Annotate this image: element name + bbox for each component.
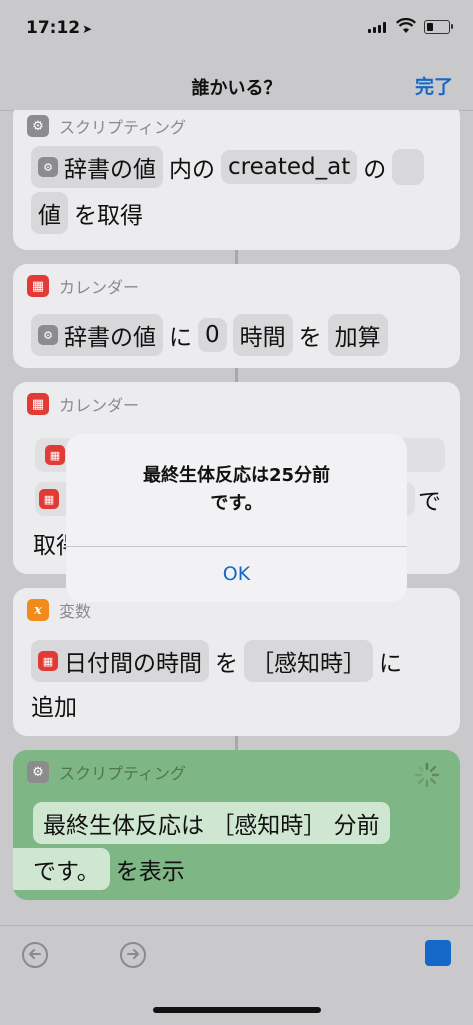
parameter-pill[interactable]: created_at bbox=[221, 150, 358, 184]
ok-button[interactable]: OK bbox=[66, 547, 407, 602]
status-time: 17:12 ➤ bbox=[26, 18, 93, 38]
card-text: を表示 bbox=[115, 859, 185, 885]
card-text: を bbox=[298, 325, 322, 351]
card-parameters: ⚙ 辞書の値 内の created_at の bbox=[31, 146, 425, 188]
gear-icon: ⚙ bbox=[27, 761, 49, 783]
parameter-pill[interactable]: ⚙ 辞書の値 bbox=[31, 146, 163, 188]
calendar-icon: ▦ bbox=[45, 445, 65, 465]
card-header: ⚙ スクリプティング bbox=[27, 114, 186, 138]
undo-icon[interactable] bbox=[20, 940, 50, 970]
parameter-pill[interactable]: 0 bbox=[198, 318, 227, 352]
card-text: 内の bbox=[169, 157, 215, 183]
battery-icon bbox=[424, 20, 453, 34]
stop-button[interactable] bbox=[425, 940, 451, 966]
parameter-pill[interactable]: 時間 bbox=[232, 314, 293, 356]
location-arrow-icon: ➤ bbox=[82, 22, 93, 36]
gear-icon: ⚙ bbox=[27, 115, 49, 137]
parameter-pill[interactable] bbox=[392, 149, 425, 185]
parameter-pill[interactable]: ⚙ 辞書の値 bbox=[31, 314, 163, 356]
calendar-icon: ▦ bbox=[27, 393, 49, 415]
connector-line bbox=[235, 250, 238, 264]
card-category: カレンダー bbox=[59, 278, 140, 297]
card-text: に bbox=[169, 325, 192, 351]
card-text: で bbox=[418, 489, 441, 515]
variable-icon: x bbox=[27, 599, 49, 621]
navigation-bar: 誰かいる？ 完了 bbox=[0, 58, 473, 111]
connector-line bbox=[235, 736, 238, 750]
parameter-pill[interactable]: ▦ 日付間の時間 bbox=[31, 640, 209, 682]
card-category: スクリプティング bbox=[59, 118, 187, 137]
card-category: スクリプティング bbox=[59, 764, 187, 783]
action-card-get-dictionary-value[interactable]: ⚙ スクリプティング ⚙ 辞書の値 内の created_at の 値 を取得 bbox=[13, 110, 460, 250]
action-card-calendar-add[interactable]: ▦ カレンダー ⚙ 辞書の値 に 0 時間 を 加算 bbox=[13, 264, 460, 368]
card-header: ⚙ スクリプティング bbox=[27, 760, 186, 784]
wifi-icon bbox=[396, 18, 416, 33]
action-card-show-result[interactable]: ⚙ スクリプティング 最終生体反応は ［感知時］ 分前 です。 を表示 bbox=[13, 750, 460, 900]
parameter-pill[interactable]: 加算 bbox=[327, 314, 388, 356]
calendar-icon: ▦ bbox=[27, 275, 49, 297]
parameter-pill[interactable]: 最終生体反応は ［感知時］ 分前 bbox=[33, 802, 390, 844]
card-parameters: ⚙ 辞書の値 に 0 時間 を 加算 bbox=[31, 314, 388, 356]
card-text: 追加 bbox=[31, 695, 77, 721]
alert-dialog: 最終生体反応は25分前 です。 OK bbox=[66, 434, 407, 602]
loading-spinner-icon bbox=[414, 762, 440, 788]
action-card-add-to-variable[interactable]: x 変数 ▦ 日付間の時間 を ［感知時］ に 追加 bbox=[13, 588, 460, 736]
connector-line bbox=[235, 368, 238, 382]
home-indicator[interactable] bbox=[153, 1007, 321, 1013]
card-parameters: 最終生体反応は ［感知時］ 分前 bbox=[33, 802, 390, 844]
calendar-icon: ▦ bbox=[38, 651, 58, 671]
card-header: ▦ カレンダー bbox=[27, 392, 139, 416]
card-parameters: 値 を取得 bbox=[31, 192, 143, 234]
done-button[interactable]: 完了 bbox=[415, 72, 453, 99]
status-bar: 17:12 ➤ bbox=[0, 0, 473, 58]
card-text: を取得 bbox=[74, 203, 143, 229]
card-header: ▦ カレンダー bbox=[27, 274, 139, 298]
card-text: の bbox=[363, 157, 387, 183]
card-parameters: 追加 bbox=[31, 688, 77, 722]
parameter-pill[interactable]: です。 bbox=[13, 848, 110, 890]
parameter-pill[interactable]: ［感知時］ bbox=[244, 640, 373, 682]
card-text: に bbox=[379, 651, 402, 677]
gear-icon: ⚙ bbox=[38, 325, 58, 345]
gear-icon: ⚙ bbox=[38, 157, 58, 177]
card-category: カレンダー bbox=[59, 396, 140, 415]
calendar-icon: ▦ bbox=[39, 489, 59, 509]
card-text: を bbox=[215, 651, 238, 677]
parameter-pill[interactable]: 値 bbox=[31, 192, 68, 234]
alert-message: 最終生体反応は25分前 です。 bbox=[142, 465, 331, 514]
cellular-signal-icon bbox=[368, 22, 386, 33]
card-parameters: です。 を表示 bbox=[13, 848, 185, 890]
page-title: 誰かいる？ bbox=[191, 78, 282, 99]
redo-icon[interactable] bbox=[118, 940, 148, 970]
card-parameters: ▦ 日付間の時間 を ［感知時］ に bbox=[31, 640, 402, 682]
